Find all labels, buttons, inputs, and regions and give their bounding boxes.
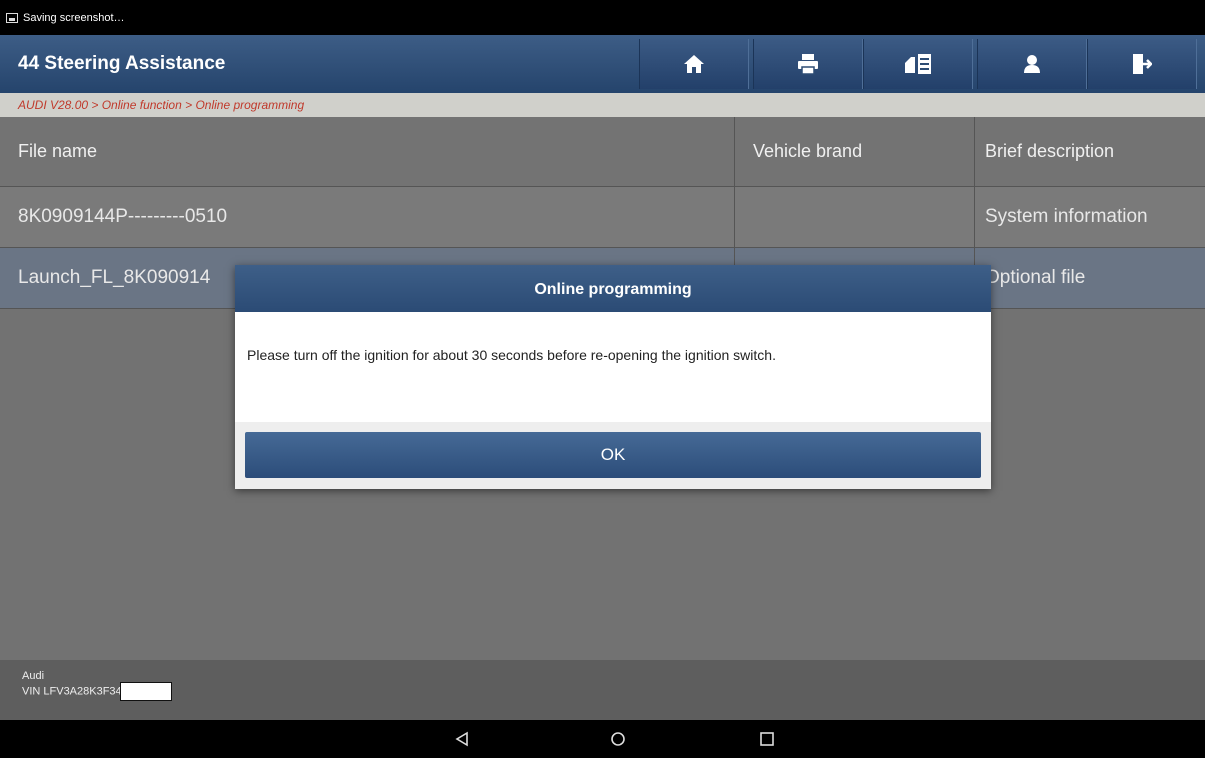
home-button[interactable] — [639, 39, 749, 89]
vehicle-info-footer: Audi VIN LFV3A28K3F34 — [0, 660, 1205, 720]
vin-redaction-box — [119, 682, 172, 701]
home-nav-button[interactable] — [608, 729, 628, 749]
column-header-file-name: File name — [0, 117, 735, 186]
android-nav-bar — [0, 720, 1205, 758]
column-header-vehicle-brand: Vehicle brand — [735, 117, 975, 186]
home-icon — [684, 55, 704, 73]
back-icon — [455, 731, 468, 747]
screen: Saving screenshot… 44 Steering Assistanc… — [0, 0, 1205, 758]
vin-text: VIN LFV3A28K3F34 — [22, 685, 122, 698]
report-icon — [905, 54, 931, 74]
exit-icon — [1133, 54, 1152, 74]
exit-button[interactable] — [1087, 39, 1197, 89]
user-icon — [1024, 55, 1040, 73]
vin-line: VIN LFV3A28K3F34 — [22, 682, 1205, 701]
screenshot-icon — [6, 12, 18, 23]
file-name-cell: 8K0909144P---------0510 — [0, 187, 735, 247]
back-button[interactable] — [452, 729, 472, 749]
report-button[interactable] — [863, 39, 973, 89]
status-bar: Saving screenshot… — [0, 0, 1205, 35]
description-cell: System information — [985, 206, 1148, 227]
circle-home-icon — [611, 732, 625, 746]
table-row[interactable]: 8K0909144P---------0510 System informati… — [0, 187, 1205, 248]
status-text: Saving screenshot… — [23, 11, 125, 24]
breadcrumb: AUDI V28.00 > Online function > Online p… — [0, 93, 1205, 117]
online-programming-dialog: Online programming Please turn off the i… — [235, 265, 991, 489]
vehicle-brand-cell — [735, 187, 975, 247]
description-cell: Optional file — [985, 267, 1086, 288]
column-header-brief-description: Brief description — [985, 141, 1115, 161]
vehicle-make: Audi — [22, 670, 45, 682]
header-bar: 44 Steering Assistance — [0, 35, 1205, 93]
user-button[interactable] — [977, 39, 1087, 89]
dialog-message: Please turn off the ignition for about 3… — [235, 312, 991, 422]
dialog-title: Online programming — [235, 265, 991, 312]
table-header: File name Vehicle brand Brief descriptio… — [0, 117, 1205, 187]
page-title: 44 Steering Assistance — [18, 53, 226, 74]
toolbar — [639, 35, 1197, 93]
ok-button[interactable]: OK — [245, 432, 981, 478]
print-icon — [798, 54, 818, 75]
recents-button[interactable] — [757, 729, 777, 749]
square-recents-icon — [760, 732, 774, 746]
print-button[interactable] — [753, 39, 863, 89]
